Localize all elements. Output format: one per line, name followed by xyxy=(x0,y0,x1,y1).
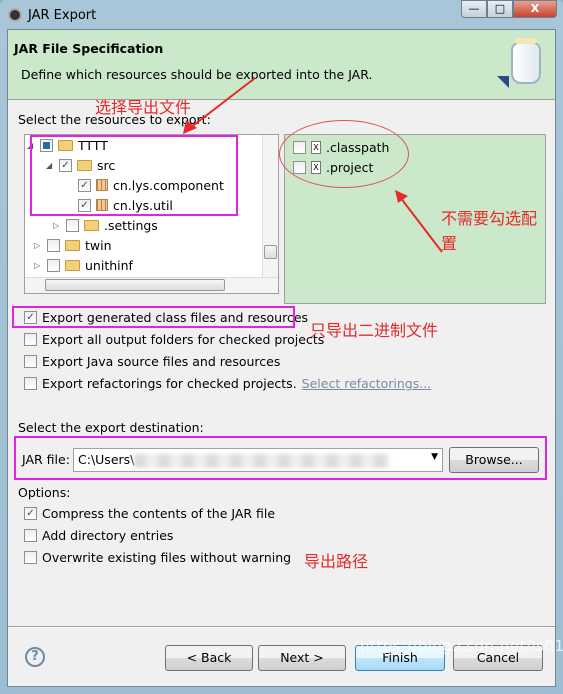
tree-label: twin xyxy=(85,237,112,253)
expand-icon[interactable]: ▷ xyxy=(53,221,61,230)
highlight-box-tree xyxy=(30,135,238,216)
wizard-header: JAR File Specification Define which reso… xyxy=(8,30,555,100)
export-source-checkbox[interactable]: Export Java source files and resources xyxy=(24,354,280,369)
scroll-thumb[interactable] xyxy=(264,245,277,259)
expand-icon[interactable]: ▷ xyxy=(34,241,42,250)
folder-icon xyxy=(84,219,99,231)
overwrite-checkbox[interactable]: Overwrite existing files without warning xyxy=(24,550,291,565)
checkbox-label: Export Java source files and resources xyxy=(42,354,281,369)
select-refactorings-link[interactable]: Select refactorings... xyxy=(302,376,431,391)
eclipse-icon xyxy=(8,8,22,22)
project-folder-icon xyxy=(65,239,80,251)
maximize-button[interactable]: □ xyxy=(487,0,513,18)
separator xyxy=(8,626,555,628)
wizard-banner-icon xyxy=(497,76,509,88)
dialog-body: JAR File Specification Define which reso… xyxy=(7,29,556,687)
tree-checkbox[interactable] xyxy=(47,238,60,252)
window-frame: JAR Export — □ X JAR File Specification … xyxy=(0,0,563,694)
tree-label: .settings xyxy=(104,217,158,233)
annotation-ellipse xyxy=(279,120,409,188)
tree-checkbox[interactable] xyxy=(47,258,60,272)
directory-entries-checkbox[interactable]: Add directory entries xyxy=(24,528,173,543)
checkbox-label: Overwrite existing files without warning xyxy=(42,550,292,565)
next-button[interactable]: Next > xyxy=(258,645,346,671)
title-bar: JAR Export xyxy=(8,4,96,26)
checkbox-label: Add directory entries xyxy=(42,528,174,543)
horizontal-scrollbar[interactable] xyxy=(25,277,278,293)
tree-item-settings[interactable]: ▷ .settings xyxy=(53,215,158,235)
annotation-no-check: 不需要勾选配 xyxy=(441,209,538,228)
tree-item-unithinf[interactable]: ▷ unithinf xyxy=(34,255,133,275)
annotation-select-files: 选择导出文件 xyxy=(95,98,192,117)
back-button[interactable]: < Back xyxy=(165,645,253,671)
page-title: JAR File Specification xyxy=(14,41,164,56)
options-label: Options: xyxy=(18,485,71,500)
checkbox-label: Export refactorings for checked projects… xyxy=(42,376,297,391)
checkbox-label: Export all output folders for checked pr… xyxy=(42,332,325,347)
scroll-thumb[interactable] xyxy=(45,279,225,291)
tree-item-twin[interactable]: ▷ twin xyxy=(34,235,112,255)
annotation-binary-only: 只导出二进制文件 xyxy=(310,321,439,340)
annotation-no-check-2: 置 xyxy=(441,234,458,253)
project-folder-icon xyxy=(65,259,80,271)
tree-checkbox[interactable] xyxy=(66,218,79,232)
tree-label: unithinf xyxy=(85,257,133,273)
checkbox-label: Compress the contents of the JAR file xyxy=(42,506,276,521)
export-output-folders-checkbox[interactable]: Export all output folders for checked pr… xyxy=(24,332,324,347)
highlight-box-jar-file xyxy=(14,436,547,480)
expand-icon[interactable]: ▷ xyxy=(34,261,42,270)
highlight-box-class-files xyxy=(12,306,295,328)
annotation-path: 导出路径 xyxy=(304,552,369,571)
jar-icon xyxy=(511,38,541,84)
window-title: JAR Export xyxy=(28,7,97,23)
compress-checkbox[interactable]: ✓ Compress the contents of the JAR file xyxy=(24,506,275,521)
vertical-scrollbar[interactable] xyxy=(262,135,278,278)
close-button[interactable]: X xyxy=(513,0,557,18)
destination-label: Select the export destination: xyxy=(18,420,204,435)
minimize-button[interactable]: — xyxy=(461,0,487,18)
watermark: https://blog.csdn.net/ls0111 xyxy=(360,637,563,655)
page-description: Define which resources should be exporte… xyxy=(21,67,373,82)
help-icon[interactable]: ? xyxy=(25,647,45,667)
export-refactorings-checkbox[interactable]: Export refactorings for checked projects… xyxy=(24,376,431,391)
